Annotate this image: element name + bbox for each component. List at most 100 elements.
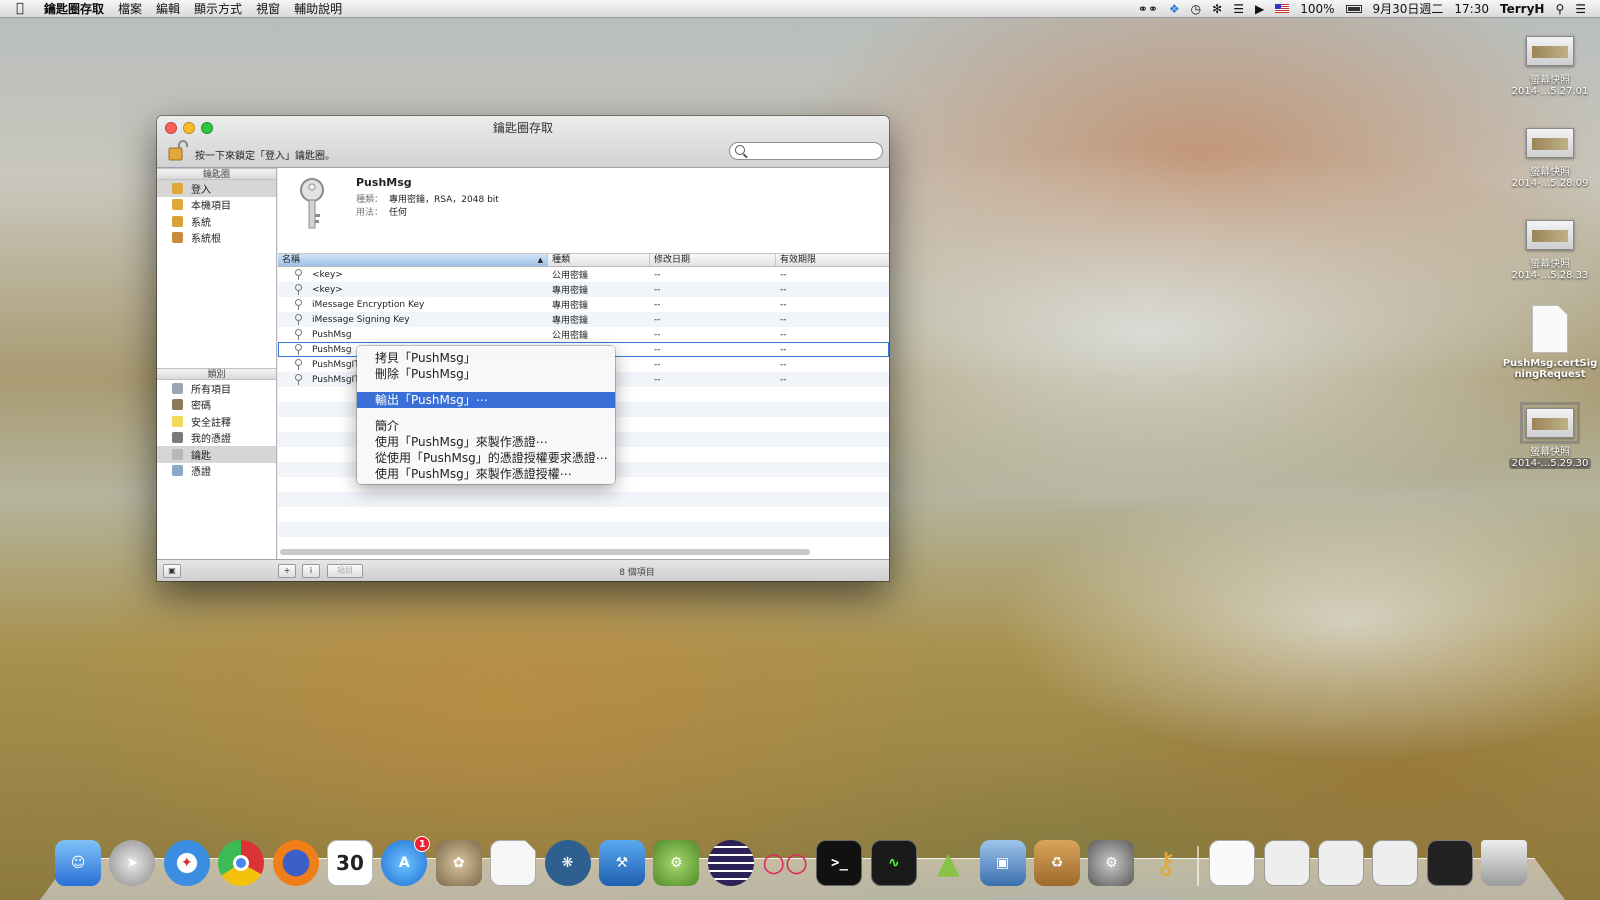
menu-view[interactable]: 顯示方式 xyxy=(194,0,242,17)
volume-icon[interactable]: ▶ xyxy=(1255,2,1264,16)
menu-export[interactable]: 輸出「PushMsg」⋯ xyxy=(357,392,615,408)
keychain-access-icon[interactable]: ⚷ xyxy=(1143,840,1189,886)
xcode-icon[interactable]: ⚒ xyxy=(598,840,645,886)
cell-expiry: -- xyxy=(780,269,787,280)
minimized-window-thumbnail[interactable] xyxy=(1317,840,1364,886)
time-machine-icon[interactable]: ◷ xyxy=(1191,2,1201,16)
usage-value: 任何 xyxy=(389,208,408,218)
wifi-icon[interactable]: ☰ xyxy=(1233,2,1244,16)
desktop-file-screenshot[interactable]: 螢幕快照 2014-...5.28.33 xyxy=(1495,220,1600,281)
sidebar-item-local-items[interactable]: 本機項目 xyxy=(157,197,276,214)
desktop-file-csr[interactable]: PushMsg.certSig ningRequest xyxy=(1495,305,1600,380)
key-icon xyxy=(294,329,302,340)
sourcetree-icon[interactable]: ❋ xyxy=(544,840,591,886)
desktop-file-screenshot[interactable]: 螢幕快照 2014-...5.29.30 xyxy=(1495,402,1600,469)
app-store-icon[interactable]: A1 xyxy=(381,836,431,886)
search-input[interactable] xyxy=(748,144,876,158)
keychains-header: 鑰匙圈 xyxy=(157,168,276,180)
unlocked-padlock-icon[interactable] xyxy=(168,140,188,162)
android-icon[interactable]: ▲ xyxy=(925,840,971,886)
notification-center-icon[interactable]: ☰ xyxy=(1575,2,1586,16)
category-keys[interactable]: 鑰匙 xyxy=(157,446,276,463)
cell-expiry: -- xyxy=(780,284,787,295)
minimized-window-thumbnail[interactable] xyxy=(1372,840,1419,886)
system-preferences-icon[interactable]: ⚙ xyxy=(1088,840,1135,886)
table-row[interactable]: <key> 公用密鑰 -- -- xyxy=(278,267,889,282)
safari-icon[interactable]: ✦ xyxy=(163,840,210,886)
archive-utility-icon[interactable]: ♻ xyxy=(1034,840,1081,886)
terminal-icon[interactable]: >_ xyxy=(816,840,863,886)
activity-monitor-icon[interactable]: ∿ xyxy=(870,840,917,886)
minimized-window-thumbnail[interactable] xyxy=(1263,840,1310,886)
spotlight-icon[interactable]: ⚲ xyxy=(1555,2,1564,16)
info-button[interactable]: i xyxy=(302,564,320,578)
firefox-icon[interactable] xyxy=(272,840,319,886)
desktop-file-screenshot[interactable]: 螢幕快照 2014-...5.27.01 xyxy=(1495,36,1600,97)
menubar-date[interactable]: 9月30日週二 xyxy=(1373,0,1444,17)
horizontal-scrollbar[interactable] xyxy=(280,549,810,555)
table-row[interactable]: iMessage Encryption Key 專用密鑰 -- -- xyxy=(278,297,889,312)
sidebar-item-system[interactable]: 系統 xyxy=(157,213,276,230)
menu-create-ca[interactable]: 使用「PushMsg」來製作憑證授權⋯ xyxy=(357,466,615,482)
document-stack-icon[interactable] xyxy=(1209,840,1256,886)
category-all-items[interactable]: 所有項目 xyxy=(157,380,276,397)
sidebar-toggle-icon: ▣ xyxy=(168,566,176,575)
chrome-icon[interactable] xyxy=(218,840,265,886)
lock-hint-text[interactable]: 按一下來鎖定「登入」鑰匙圈。 xyxy=(195,147,335,162)
virtualbox-icon[interactable]: ▣ xyxy=(979,840,1026,886)
finder-icon[interactable]: ☺ xyxy=(55,840,101,886)
flickr-icon[interactable]: ○○ xyxy=(762,840,808,886)
column-header-date-modified[interactable]: 修改日期 xyxy=(650,254,776,266)
category-certificates[interactable]: 憑證 xyxy=(157,463,276,480)
minimized-window-thumbnail[interactable] xyxy=(1426,840,1473,886)
menu-copy[interactable]: 拷貝「PushMsg」 xyxy=(357,350,615,366)
table-row[interactable]: iMessage Signing Key 專用密鑰 -- -- xyxy=(278,312,889,327)
menu-help[interactable]: 輔助說明 xyxy=(294,0,342,17)
android-tool-icon[interactable]: ⚙ xyxy=(653,840,700,886)
gimp-icon[interactable]: ✿ xyxy=(435,840,482,886)
menu-edit[interactable]: 編輯 xyxy=(156,0,180,17)
search-field[interactable] xyxy=(729,142,883,160)
table-row[interactable]: PushMsg 公用密鑰 -- -- xyxy=(278,327,889,342)
menu-request-certificate[interactable]: 從使用「PushMsg」的憑證授權要求憑證⋯ xyxy=(357,450,615,466)
menubar-user[interactable]: TerryH xyxy=(1500,2,1544,16)
calendar-day: 30 xyxy=(336,851,364,875)
apple-menu-icon[interactable]:  xyxy=(16,1,36,16)
column-header-kind[interactable]: 種類 xyxy=(548,254,650,266)
glasses-icon[interactable]: ⚭⚭ xyxy=(1138,2,1158,16)
sidebar-item-login[interactable]: 登入 xyxy=(157,180,276,197)
calendar-icon[interactable]: 30 xyxy=(326,840,373,886)
menu-window[interactable]: 視窗 xyxy=(256,0,280,17)
document-icon xyxy=(1532,305,1568,353)
menu-get-info[interactable]: 簡介 xyxy=(357,418,615,434)
show-sidebar-button[interactable]: ▣ xyxy=(163,564,181,578)
battery-icon[interactable] xyxy=(1345,4,1362,13)
key-icon xyxy=(300,178,324,229)
eclipse-icon[interactable] xyxy=(707,840,754,886)
dropbox-icon[interactable]: ❖ xyxy=(1169,2,1180,16)
textedit-icon[interactable] xyxy=(490,840,537,886)
menu-delete[interactable]: 刪除「PushMsg」 xyxy=(357,366,615,382)
column-header-name[interactable]: 名稱 xyxy=(278,254,548,266)
category-my-certificates[interactable]: 我的憑證 xyxy=(157,430,276,447)
key-icon xyxy=(294,374,302,385)
menu-file[interactable]: 檔案 xyxy=(118,0,142,17)
category-secure-notes[interactable]: 安全註釋 xyxy=(157,413,276,430)
category-label: 我的憑證 xyxy=(191,434,231,446)
column-header-expires[interactable]: 有效期限 xyxy=(776,254,889,266)
bluetooth-icon[interactable]: ✻ xyxy=(1212,2,1222,16)
table-row[interactable]: <key> 專用密鑰 -- -- xyxy=(278,282,889,297)
screenshot-thumbnail-icon xyxy=(1526,128,1574,158)
menu-create-certificate[interactable]: 使用「PushMsg」來製作憑證⋯ xyxy=(357,434,615,450)
category-passwords[interactable]: 密碼 xyxy=(157,397,276,414)
sidebar-item-system-roots[interactable]: 系統根 xyxy=(157,230,276,247)
item-button[interactable]: 項目 xyxy=(327,564,363,578)
launchpad-icon[interactable]: ➤ xyxy=(109,840,156,886)
sidebar-item-label: 本機項目 xyxy=(191,201,231,213)
trash-icon[interactable] xyxy=(1481,840,1528,886)
menubar-time[interactable]: 17:30 xyxy=(1454,2,1489,16)
menu-app-name[interactable]: 鑰匙圈存取 xyxy=(44,0,104,17)
desktop-file-screenshot[interactable]: 螢幕快照 2014-...5.28.09 xyxy=(1495,128,1600,189)
us-flag-icon[interactable] xyxy=(1275,4,1290,13)
add-button[interactable]: + xyxy=(278,564,296,578)
